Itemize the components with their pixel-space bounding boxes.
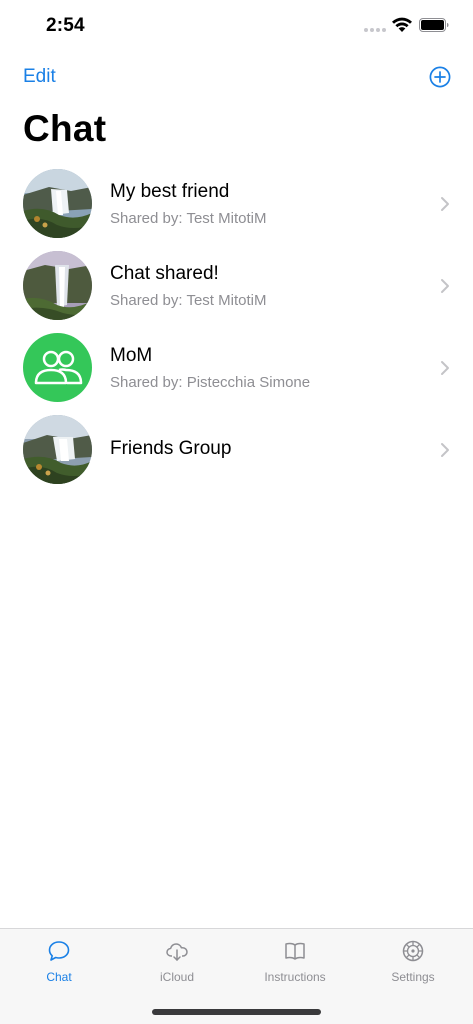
gear-icon: [402, 940, 424, 962]
chat-bubble-icon: [48, 941, 70, 961]
status-time: 2:54: [46, 15, 85, 36]
tab-label: Settings: [391, 970, 435, 984]
avatar: [23, 169, 92, 238]
chat-row-chat-shared[interactable]: Chat shared! Shared by: Test MitotiM: [0, 247, 473, 329]
group-icon: [34, 350, 83, 385]
chat-shared-by: Shared by: Test MitotiM: [110, 292, 267, 309]
chat-name: My best friend: [110, 181, 230, 202]
home-indicator: [152, 1009, 321, 1015]
battery-icon: [419, 18, 449, 32]
cloud-download-icon: [166, 943, 188, 961]
chevron-right-icon: [441, 197, 449, 211]
tab-bar: Chat iCloud Instructions Settings: [0, 928, 473, 1024]
chat-shared-by: Shared by: Test MitotiM: [110, 210, 267, 227]
avatar: [23, 251, 92, 320]
chevron-right-icon: [441, 279, 449, 293]
tab-settings[interactable]: Settings: [354, 929, 472, 993]
chevron-right-icon: [441, 361, 449, 375]
waterfall-photo-icon: [23, 169, 92, 238]
wifi-icon: [392, 17, 412, 32]
chat-row-my-best-friend[interactable]: My best friend Shared by: Test MitotiM: [0, 165, 473, 247]
navigation-bar: Edit: [0, 56, 473, 100]
plus-circle-icon[interactable]: [429, 66, 451, 88]
chat-list: My best friend Shared by: Test MitotiM C…: [0, 165, 473, 493]
book-icon: [285, 942, 305, 960]
chat-name: Friends Group: [110, 438, 232, 459]
avatar: [23, 333, 92, 402]
tab-instructions[interactable]: Instructions: [236, 929, 354, 993]
tab-label: iCloud: [159, 970, 195, 984]
status-bar: 2:54: [0, 0, 473, 54]
chat-name: MoM: [110, 345, 153, 366]
signal-icon: [364, 28, 386, 32]
chat-row-mom[interactable]: MoM Shared by: Pistecchia Simone: [0, 329, 473, 411]
waterfall-photo-icon: [23, 251, 92, 320]
chevron-right-icon: [441, 443, 449, 457]
chat-shared-by: Shared by: Pistecchia Simone: [110, 374, 311, 391]
tab-label: Chat: [46, 970, 72, 984]
tab-label: Instructions: [264, 970, 326, 984]
chat-row-friends-group[interactable]: Friends Group: [0, 411, 473, 493]
avatar: [23, 415, 92, 484]
tab-chat[interactable]: Chat: [0, 929, 118, 993]
page-title: Chat: [23, 108, 107, 149]
waterfall-photo-icon: [23, 415, 92, 484]
edit-button[interactable]: Edit: [23, 66, 56, 88]
chat-name: Chat shared!: [110, 263, 219, 284]
tab-icloud[interactable]: iCloud: [118, 929, 236, 993]
